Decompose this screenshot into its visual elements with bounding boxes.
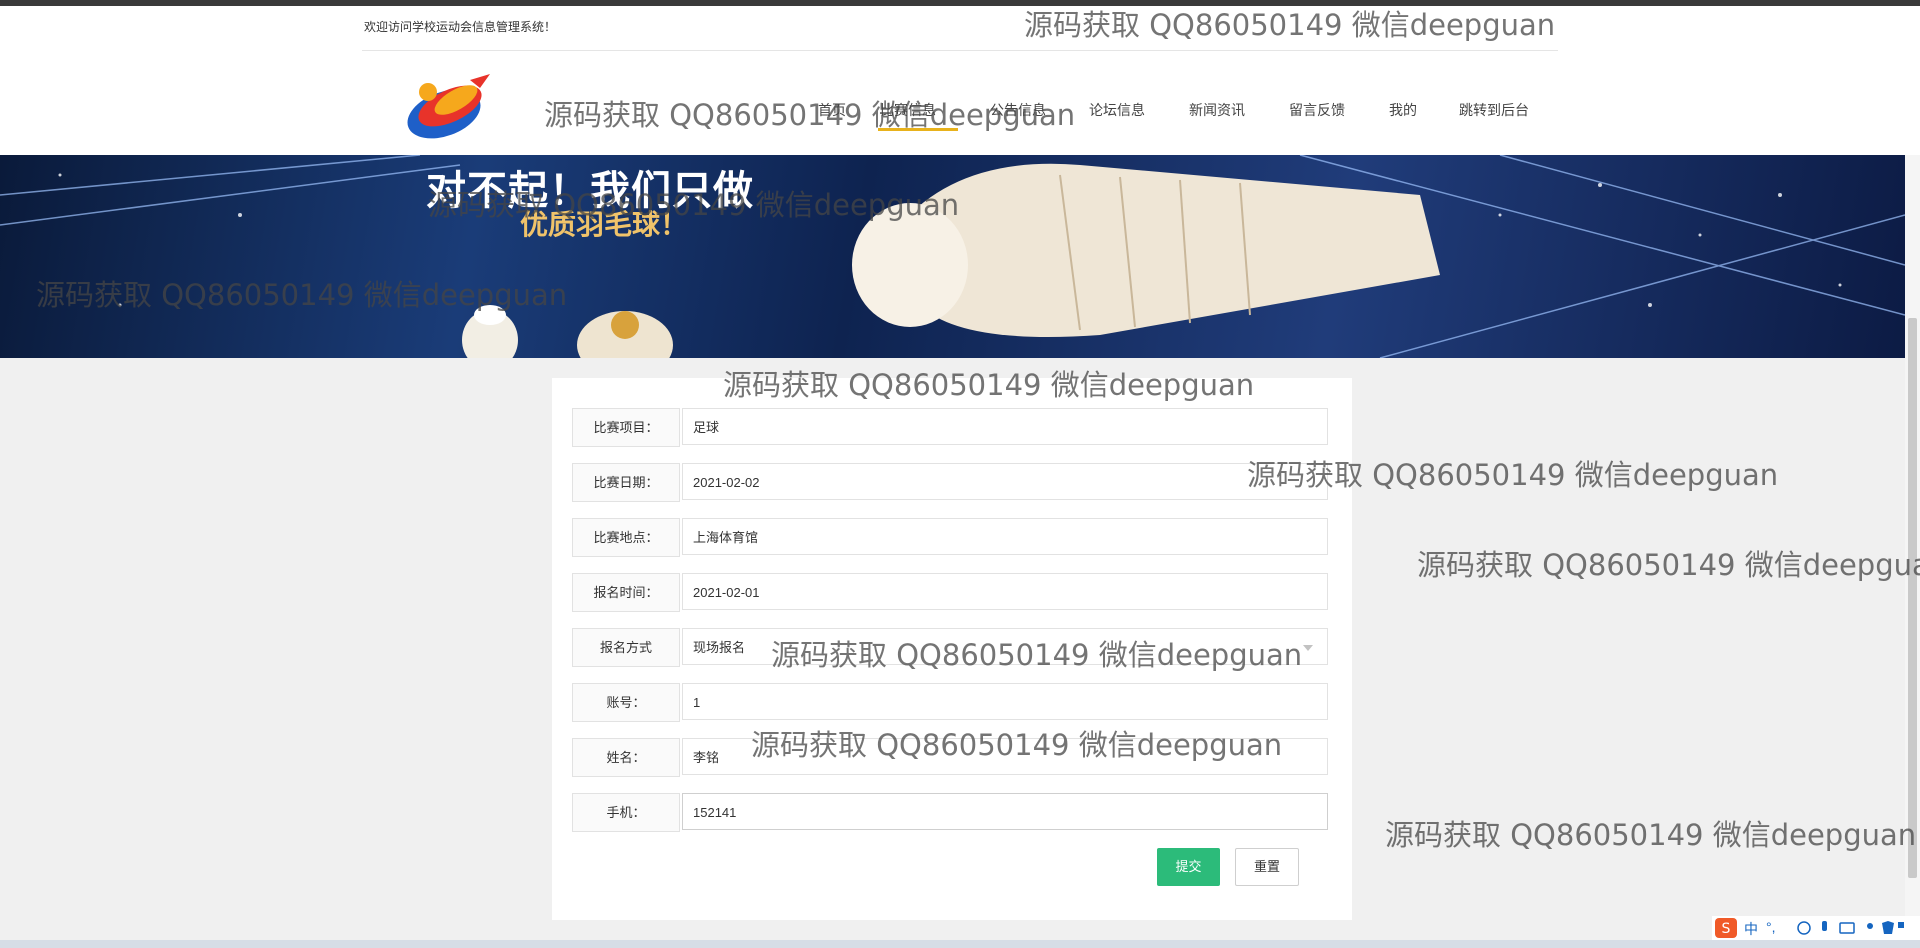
ime-mode-label[interactable]: 中	[1744, 919, 1758, 939]
svg-text:S: S	[1722, 921, 1731, 937]
account-label: 账号：	[572, 683, 680, 722]
ime-tool-icons[interactable]	[1796, 919, 1906, 937]
chevron-down-icon[interactable]	[1303, 645, 1313, 651]
form-row-date: 比赛日期： 2021-02-02	[572, 463, 1330, 502]
event-label: 比赛项目：	[572, 408, 680, 447]
nav-mine[interactable]: 我的	[1389, 100, 1417, 120]
taskbar	[0, 940, 1920, 948]
watermark-text: 源码获取 QQ86050149 微信deepguan	[36, 278, 568, 312]
scrollbar-thumb[interactable]	[1908, 318, 1917, 878]
watermark-text: 源码获取 QQ86050149 微信deepguan	[1024, 8, 1556, 42]
watermark-text: 源码获取 QQ86050149 微信deepguan	[544, 98, 1076, 132]
venue-label: 比赛地点：	[572, 518, 680, 557]
phone-label: 手机：	[572, 793, 680, 832]
watermark-text: 源码获取 QQ86050149 微信deepguan	[428, 188, 960, 222]
sogou-logo-icon[interactable]: S	[1714, 917, 1738, 939]
watermark-text: 源码获取 QQ86050149 微信deepguan	[1247, 458, 1779, 492]
signup-method-value: 现场报名	[693, 640, 746, 655]
watermark-text: 源码获取 QQ86050149 微信deepguan	[751, 728, 1283, 762]
form-row-venue: 比赛地点： 上海体育馆	[572, 518, 1330, 557]
nav-forum-info[interactable]: 论坛信息	[1089, 100, 1145, 120]
form-row-phone: 手机： 152141	[572, 793, 1330, 832]
nav-admin[interactable]: 跳转到后台	[1459, 100, 1529, 120]
reset-button[interactable]: 重置	[1235, 848, 1299, 886]
header-divider	[362, 50, 1558, 51]
date-field[interactable]: 2021-02-02	[682, 463, 1328, 500]
nav-feedback[interactable]: 留言反馈	[1289, 100, 1345, 120]
watermark-text: 源码获取 QQ86050149 微信deepguan	[1417, 548, 1920, 582]
submit-button[interactable]: 提交	[1157, 848, 1220, 886]
ime-toolbar[interactable]: S 中 °,	[1712, 916, 1920, 940]
event-field[interactable]: 足球	[682, 408, 1328, 445]
signup-time-field[interactable]: 2021-02-01	[682, 573, 1328, 610]
watermark-text: 源码获取 QQ86050149 微信deepguan	[723, 368, 1255, 402]
phone-field[interactable]: 152141	[682, 793, 1328, 830]
welcome-text: 欢迎访问学校运动会信息管理系统！	[364, 20, 557, 34]
form-row-signup-time: 报名时间： 2021-02-01	[572, 573, 1330, 612]
account-field[interactable]: 1	[682, 683, 1328, 720]
name-label: 姓名：	[572, 738, 680, 777]
nav-news[interactable]: 新闻资讯	[1189, 100, 1245, 120]
form-row-event: 比赛项目： 足球	[572, 408, 1330, 447]
form-row-account: 账号： 1	[572, 683, 1330, 722]
signup-time-label: 报名时间：	[572, 573, 680, 612]
signup-method-label: 报名方式	[572, 628, 680, 667]
watermark-text: 源码获取 QQ86050149 微信deepguan	[771, 638, 1303, 672]
logo-icon[interactable]	[400, 70, 496, 144]
ime-punct-label[interactable]: °,	[1766, 919, 1776, 935]
venue-field[interactable]: 上海体育馆	[682, 518, 1328, 555]
date-label: 比赛日期：	[572, 463, 680, 502]
watermark-text: 源码获取 QQ86050149 微信deepguan	[1385, 818, 1917, 852]
